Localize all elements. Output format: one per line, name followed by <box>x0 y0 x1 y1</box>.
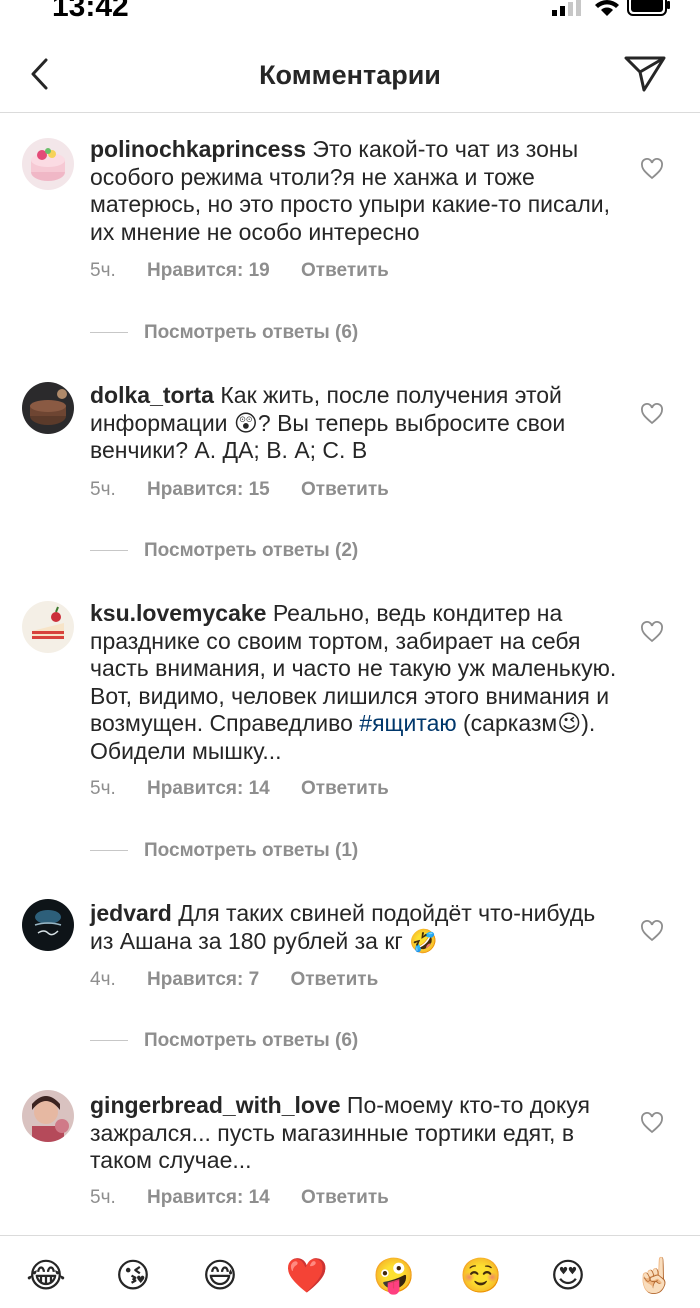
reply-button[interactable]: Ответить <box>290 969 378 990</box>
comment-likes[interactable]: Нравится: 14 <box>147 1187 270 1208</box>
comment-meta: 5ч. Нравится: 19 Ответить <box>90 260 415 282</box>
heart-icon[interactable] <box>640 158 664 180</box>
view-replies-label: Посмотреть ответы (2) <box>144 540 359 561</box>
heart-icon[interactable] <box>640 403 664 425</box>
emoji-index-pointing-up[interactable]: ☝🏻 <box>633 1256 677 1296</box>
replies-divider <box>90 332 128 334</box>
comment-text: gingerbread_with_love По-моему кто-то до… <box>90 1092 620 1175</box>
view-replies-label: Посмотреть ответы (1) <box>144 840 359 861</box>
comment-username[interactable]: ksu.lovemycake <box>90 600 266 626</box>
comment-text: polinochkaprincess Это какой-то чат из з… <box>90 136 620 246</box>
comment-meta: 5ч. Нравится: 14 Ответить <box>90 778 415 800</box>
comment-time: 5ч. <box>90 1187 116 1208</box>
view-replies-button[interactable]: Посмотреть ответы (1) <box>90 840 358 862</box>
comment-username[interactable]: jedvard <box>90 900 172 926</box>
comment-likes[interactable]: Нравится: 15 <box>147 479 270 500</box>
emoji-zany-face[interactable]: 🤪 <box>372 1256 416 1296</box>
emoji-tears-of-joy[interactable]: 😂 <box>24 1256 68 1296</box>
avatar[interactable] <box>22 601 74 653</box>
reply-button[interactable]: Ответить <box>301 778 389 799</box>
paper-plane-icon[interactable] <box>622 54 668 94</box>
avatar[interactable] <box>22 1090 74 1142</box>
cellular-signal-icon <box>552 0 581 16</box>
status-bar: 13:42 <box>0 0 700 23</box>
comment-username[interactable]: polinochkaprincess <box>90 136 306 162</box>
comment-text: jedvard Для таких свиней подойдёт что-ни… <box>90 900 620 955</box>
wifi-icon <box>595 0 619 16</box>
status-time: 13:42 <box>52 0 129 23</box>
comment-username[interactable]: gingerbread_with_love <box>90 1092 341 1118</box>
comment-text: ksu.lovemycake Реально, ведь кондитер на… <box>90 600 620 765</box>
comment-meta: 5ч. Нравится: 15 Ответить <box>90 479 415 501</box>
comment-username[interactable]: dolka_torta <box>90 382 214 408</box>
comment-likes[interactable]: Нравится: 14 <box>147 778 270 799</box>
comment-meta: 4ч. Нравится: 7 Ответить <box>90 969 404 991</box>
emoji-sweat-smile[interactable]: 😅 <box>198 1256 242 1296</box>
emoji-kissing-heart[interactable]: 😘 <box>111 1256 155 1296</box>
avatar[interactable] <box>22 382 74 434</box>
comment-meta: 5ч. Нравится: 14 Ответить <box>90 1187 415 1209</box>
comment-time: 5ч. <box>90 778 116 799</box>
comment-time: 5ч. <box>90 479 116 500</box>
avatar[interactable] <box>22 138 74 190</box>
battery-icon <box>627 0 670 16</box>
view-replies-button[interactable]: Посмотреть ответы (6) <box>90 1030 358 1052</box>
avatar[interactable] <box>22 899 74 951</box>
comment-time: 5ч. <box>90 260 116 281</box>
reply-button[interactable]: Ответить <box>301 479 389 500</box>
reply-button[interactable]: Ответить <box>301 260 389 281</box>
view-replies-button[interactable]: Посмотреть ответы (6) <box>90 322 358 344</box>
emoji-heart-eyes[interactable]: 😍 <box>546 1256 590 1296</box>
view-replies-label: Посмотреть ответы (6) <box>144 322 359 343</box>
replies-divider <box>90 850 128 852</box>
heart-icon[interactable] <box>640 621 664 643</box>
emoji-bar: 😂 😘 😅 ❤️ 🤪 ☺️ 😍 ☝🏻 <box>0 1235 700 1308</box>
header: Комментарии <box>0 40 700 113</box>
comment-likes[interactable]: Нравится: 7 <box>147 969 259 990</box>
comment-time: 4ч. <box>90 969 116 990</box>
emoji-red-heart[interactable]: ❤️ <box>285 1256 329 1296</box>
emoji-smiling-face[interactable]: ☺️ <box>459 1256 503 1296</box>
replies-divider <box>90 1040 128 1042</box>
view-replies-button[interactable]: Посмотреть ответы (2) <box>90 540 358 562</box>
page-title: Комментарии <box>259 60 441 90</box>
comment-text: dolka_torta Как жить, после получения эт… <box>90 382 620 465</box>
replies-divider <box>90 550 128 552</box>
heart-icon[interactable] <box>640 920 664 942</box>
comment-likes[interactable]: Нравится: 19 <box>147 260 270 281</box>
hashtag-link[interactable]: #ящитаю <box>359 710 456 736</box>
reply-button[interactable]: Ответить <box>301 1187 389 1208</box>
heart-icon[interactable] <box>640 1112 664 1134</box>
view-replies-label: Посмотреть ответы (6) <box>144 1030 359 1051</box>
